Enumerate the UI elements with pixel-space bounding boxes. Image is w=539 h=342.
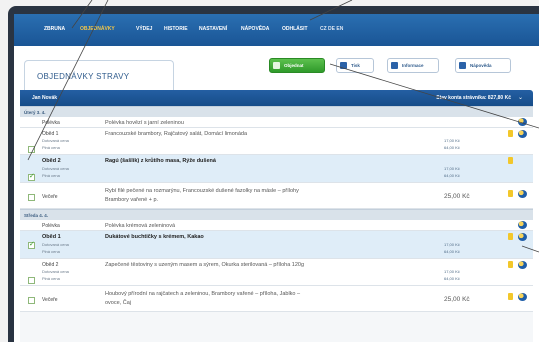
allergen-info-icon[interactable] <box>518 130 527 138</box>
print-icon <box>340 62 347 69</box>
row-full-price-label: Plná cena <box>42 249 60 254</box>
help-button[interactable]: Nápověda <box>455 58 511 73</box>
page-title-tab: OBJEDNÁVKY STRAVY <box>24 60 174 90</box>
nav-item-zbruna[interactable]: ZBRUNA <box>44 26 65 32</box>
nav-item-odhlasit[interactable]: ODHLÁSIT <box>282 26 308 32</box>
chevron-down-icon[interactable]: ⌄ <box>518 94 523 101</box>
nav-item-historie[interactable]: HISTORIE <box>164 26 188 32</box>
order-checkbox[interactable] <box>28 146 35 153</box>
day-label: Středa 4. 4. <box>24 213 49 218</box>
row-food: Francouzské brambory, Rajčatový salát, D… <box>105 131 248 137</box>
row-food: Dukátové buchtičky s krémem, Kakao <box>105 234 204 240</box>
row-category: Večeře <box>42 194 58 200</box>
row-price-full: 64,00 Kč <box>444 145 460 150</box>
note-icon[interactable] <box>508 233 513 240</box>
allergen-info-icon[interactable] <box>518 293 527 301</box>
row-price-subsidized: 17,00 Kč <box>444 269 460 274</box>
order-checkbox[interactable] <box>28 277 35 284</box>
app-window: ZBRUNA OBJEDNÁVKY VÝDEJ HISTORIE NASTAVE… <box>14 14 539 342</box>
day-header: Středa 4. 4. <box>20 209 533 220</box>
day-label: Úterý 3. 4. <box>24 110 46 115</box>
row-subsidized-label: Dotovaná cena <box>42 242 69 247</box>
allergen-info-icon[interactable] <box>518 233 527 241</box>
note-icon[interactable] <box>508 293 513 300</box>
account-balance: Stav konta strávníka: 827,80 Kč <box>436 95 511 101</box>
user-name: Jan Novák <box>32 95 58 101</box>
info-button-label: Informace <box>402 63 424 68</box>
row-subsidized-label: Dotovaná cena <box>42 166 69 171</box>
menu-row-lunch-2[interactable]: Oběd 2 Dotovaná cena Plná cena Ragú (šaš… <box>20 155 533 183</box>
note-icon[interactable] <box>508 261 513 268</box>
row-food-second-line: ovoce, Čaj <box>105 300 131 306</box>
row-price: 25,00 Kč <box>444 296 470 303</box>
note-icon[interactable] <box>508 190 513 197</box>
row-full-price-label: Plná cena <box>42 276 60 281</box>
page-title: OBJEDNÁVKY STRAVY <box>37 72 130 81</box>
nav-item-vydej[interactable]: VÝDEJ <box>136 26 152 32</box>
menu-row-lunch-1[interactable]: Oběd 1 Dotovaná cena Plná cena Dukátové … <box>20 231 533 259</box>
row-food-second-line: Brambory vařené + p. <box>105 197 159 203</box>
menu-row-lunch-2[interactable]: Oběd 2 Dotovaná cena Plná cena Zapečené … <box>20 259 533 286</box>
order-checkbox[interactable] <box>28 172 35 181</box>
row-price-full: 64,00 Kč <box>444 173 460 178</box>
row-category: Večeře <box>42 297 58 303</box>
menu-row-soup: Polévka Polévka krémová zeleninová <box>20 220 533 231</box>
allergen-info-icon[interactable] <box>518 190 527 198</box>
allergen-info-icon[interactable] <box>518 261 527 269</box>
note-icon[interactable] <box>508 157 513 164</box>
top-navigation: ZBRUNA OBJEDNÁVKY VÝDEJ HISTORIE NASTAVE… <box>14 14 539 46</box>
bottom-strip <box>20 312 533 342</box>
row-full-price-label: Plná cena <box>42 173 60 178</box>
row-food: Rybí filé pečené na rozmarýnu, Francouzs… <box>105 188 299 194</box>
row-food: Polévka hovězí s jarní zeleninou <box>105 120 184 126</box>
row-price-subsidized: 17,00 Kč <box>444 166 460 171</box>
row-food: Houbový přírodní na rajčatech a zelenino… <box>105 291 301 297</box>
day-header: Úterý 3. 4. <box>20 106 533 117</box>
row-category: Oběd 1 <box>42 131 59 137</box>
row-category: Polévka <box>42 223 60 229</box>
title-bar: OBJEDNÁVKY STRAVY Objednat Tisk Informac… <box>14 46 539 90</box>
order-checkbox[interactable] <box>28 194 35 201</box>
row-price-subsidized: 17,00 Kč <box>444 242 460 247</box>
order-button[interactable]: Objednat <box>269 58 325 73</box>
row-price-full: 64,00 Kč <box>444 276 460 281</box>
info-icon <box>391 62 398 69</box>
menu-row-soup: Polévka Polévka hovězí s jarní zeleninou <box>20 117 533 128</box>
nav-item-nastaveni[interactable]: NASTAVENÍ <box>199 26 227 32</box>
row-price-subsidized: 17,00 Kč <box>444 138 460 143</box>
help-icon <box>459 62 466 69</box>
user-bar: Jan Novák Stav konta strávníka: 827,80 K… <box>20 90 533 106</box>
order-checkbox[interactable] <box>28 297 35 304</box>
order-checkbox[interactable] <box>28 240 35 249</box>
row-price: 25,00 Kč <box>444 193 470 200</box>
row-food: Polévka krémová zeleninová <box>105 223 176 229</box>
language-switcher[interactable]: CZ DE EN <box>320 26 343 32</box>
allergen-info-icon[interactable] <box>518 221 527 229</box>
screenshot-stage: { "nav": { "items": [ {"label": "ZBRUNA"… <box>0 0 539 342</box>
nav-item-objednavky[interactable]: OBJEDNÁVKY <box>80 26 115 32</box>
row-category: Oběd 1 <box>42 234 61 240</box>
info-button[interactable]: Informace <box>387 58 439 73</box>
row-subsidized-label: Dotovaná cena <box>42 138 69 143</box>
row-category: Polévka <box>42 120 60 126</box>
note-icon[interactable] <box>508 130 513 137</box>
row-subsidized-label: Dotovaná cena <box>42 269 69 274</box>
row-full-price-label: Plná cena <box>42 145 60 150</box>
menu-row-dinner[interactable]: Večeře Houbový přírodní na rajčatech a z… <box>20 286 533 312</box>
nav-item-napoveda[interactable]: NÁPOVĚDA <box>241 26 269 32</box>
menu-row-lunch-1[interactable]: Oběd 1 Dotovaná cena Plná cena Francouzs… <box>20 128 533 155</box>
menu-row-dinner[interactable]: Večeře Rybí filé pečené na rozmarýnu, Fr… <box>20 183 533 209</box>
print-button[interactable]: Tisk <box>336 58 374 73</box>
help-button-label: Nápověda <box>470 63 492 68</box>
row-food: Ragú (šašlik) z krůtího masa, Rýže dušen… <box>105 158 216 164</box>
row-category: Oběd 2 <box>42 158 61 164</box>
row-category: Oběd 2 <box>42 262 59 268</box>
allergen-info-icon[interactable] <box>518 118 527 126</box>
row-food: Zapečené těstoviny s uzeným masem a sýre… <box>105 262 305 268</box>
order-icon <box>273 62 280 69</box>
order-button-label: Objednat <box>284 63 304 68</box>
row-price-full: 64,00 Kč <box>444 249 460 254</box>
print-button-label: Tisk <box>351 63 360 68</box>
